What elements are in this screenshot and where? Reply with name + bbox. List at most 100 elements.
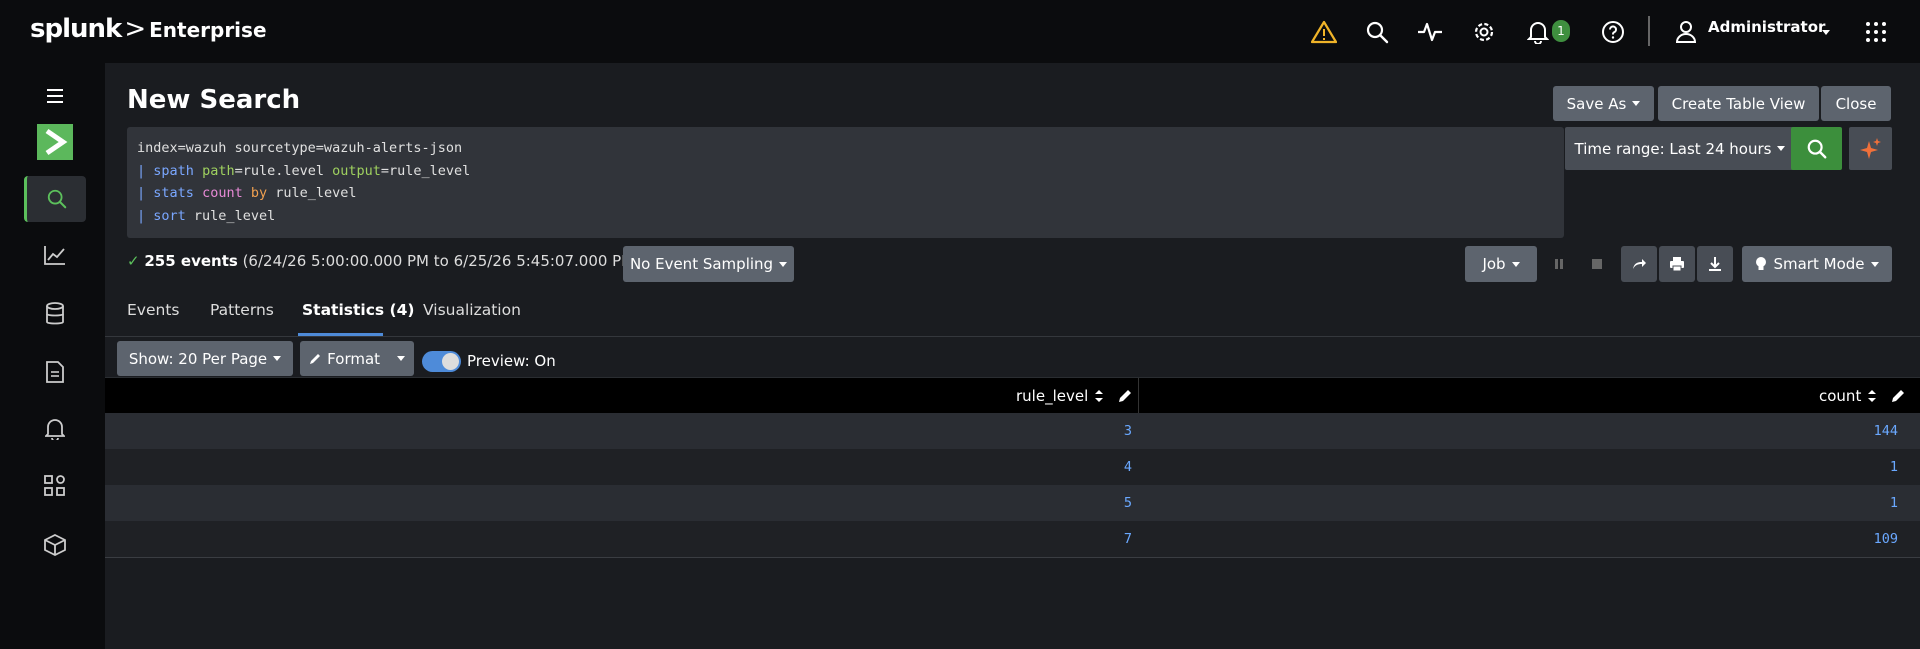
tab-statistics[interactable]: Statistics (4): [302, 301, 414, 319]
cell-rule-level[interactable]: 7: [1124, 531, 1132, 547]
per-page-label: Show: 20 Per Page: [128, 349, 268, 368]
cell-count[interactable]: 144: [1874, 423, 1898, 439]
chevron-down-icon: [396, 356, 405, 361]
cell-rule-level[interactable]: 4: [1124, 459, 1132, 475]
bell-icon: [45, 419, 65, 440]
time-range-picker[interactable]: Time range: Last 24 hours: [1565, 127, 1795, 170]
bell-icon[interactable]: [1524, 18, 1552, 46]
sparkle-icon: [1859, 137, 1881, 159]
line-chart-icon: [44, 246, 65, 265]
chevron-down-icon: [1511, 261, 1520, 267]
app-icon[interactable]: [24, 119, 86, 165]
per-page-dropdown[interactable]: Show: 20 Per Page: [117, 341, 293, 376]
event-sampling-label: No Event Sampling: [629, 255, 774, 273]
sidebar-item-search[interactable]: [24, 176, 86, 222]
pause-icon[interactable]: [1552, 256, 1566, 270]
sidebar-item-datasets[interactable]: [24, 291, 86, 337]
lightbulb-icon: [1756, 257, 1767, 270]
sidebar-item-dashboards[interactable]: [24, 463, 86, 509]
search-icon[interactable]: [1363, 18, 1391, 46]
tab-visualization[interactable]: Visualization: [423, 301, 521, 319]
warning-icon[interactable]: [1310, 18, 1338, 46]
sort-icon: [1868, 390, 1877, 402]
sidebar-item-analytics[interactable]: [24, 232, 86, 278]
save-as-button[interactable]: Save As: [1553, 86, 1654, 121]
table-header: rule_level count: [105, 377, 1920, 414]
user-menu-label[interactable]: Administrator: [1708, 18, 1825, 36]
topbar-divider: [1648, 16, 1650, 46]
menu-icon[interactable]: [24, 73, 86, 119]
cell-count[interactable]: 109: [1874, 531, 1898, 547]
product-name: Enterprise: [149, 18, 267, 42]
cell-count[interactable]: 1: [1890, 495, 1898, 511]
cell-count[interactable]: 1: [1890, 459, 1898, 475]
check-icon: ✓: [127, 252, 140, 270]
sidebar-item-reports[interactable]: [24, 349, 86, 395]
table-row: 4 1: [105, 449, 1920, 485]
query-line-1: index=wazuh sourcetype=wazuh-alerts-json: [137, 140, 463, 156]
share-button[interactable]: [1621, 246, 1657, 282]
column-header-count[interactable]: count: [1819, 387, 1905, 405]
brand-separator: >: [124, 14, 147, 44]
preview-toggle[interactable]: [422, 351, 461, 372]
chevron-down-icon: [1870, 261, 1879, 267]
cell-rule-level[interactable]: 5: [1124, 495, 1132, 511]
job-label: Job: [1482, 255, 1506, 273]
chevron-down-icon: [779, 261, 788, 267]
app-logo[interactable]: splunk > Enterprise: [30, 14, 267, 44]
table-row: 3 144: [105, 413, 1920, 449]
page-title: New Search: [127, 85, 301, 115]
table-row: 5 1: [105, 485, 1920, 521]
preview-label: Preview: On: [467, 352, 556, 370]
table-bottom-border: [105, 557, 1920, 558]
column-header-rule-level[interactable]: rule_level: [1016, 387, 1132, 405]
event-sampling-dropdown[interactable]: No Event Sampling: [623, 246, 794, 282]
pencil-icon: [1892, 390, 1905, 402]
stop-icon[interactable]: [1590, 256, 1604, 270]
print-button[interactable]: [1659, 246, 1695, 282]
event-time-range: (6/24/26 5:00:00.000 PM to 6/25/26 5:45:…: [242, 252, 641, 270]
search-icon: [1807, 139, 1826, 158]
chevron-down-icon[interactable]: [1812, 18, 1840, 46]
sidebar: [0, 63, 105, 649]
activity-icon[interactable]: [1416, 18, 1444, 46]
create-table-view-button[interactable]: Create Table View: [1658, 86, 1819, 121]
download-icon: [1709, 257, 1721, 271]
pencil-icon: [1119, 390, 1132, 402]
event-count: 255 events: [144, 252, 238, 270]
query-line-3: | stats count by rule_level: [137, 185, 357, 201]
chevron-down-icon: [1632, 101, 1641, 106]
sort-icon: [1095, 390, 1104, 402]
job-menu-button[interactable]: Job: [1465, 246, 1537, 282]
table-row: 7 109: [105, 521, 1920, 557]
query-line-2: | spath path=rule.level output=rule_leve…: [137, 162, 471, 179]
run-search-button[interactable]: [1791, 127, 1842, 170]
tab-events[interactable]: Events: [127, 301, 179, 319]
export-button[interactable]: [1697, 246, 1733, 282]
results-tabs: Events Patterns Statistics (4) Visualiza…: [105, 291, 1920, 337]
sidebar-item-alerts[interactable]: [24, 406, 86, 452]
active-tab-indicator: [298, 333, 383, 336]
cell-rule-level[interactable]: 3: [1124, 423, 1132, 439]
search-icon: [47, 189, 66, 209]
results-toolbar: Show: 20 Per Page Format Preview: On: [105, 337, 1920, 377]
gear-icon[interactable]: [1470, 18, 1498, 46]
search-query-editor[interactable]: index=wazuh sourcetype=wazuh-alerts-json…: [127, 127, 1564, 238]
ai-assistant-button[interactable]: [1849, 127, 1892, 170]
statistics-table: rule_level count 3 144 4 1 5 1 7 109: [105, 377, 1920, 558]
format-dropdown[interactable]: Format: [300, 341, 414, 376]
database-icon: [46, 302, 64, 325]
search-mode-dropdown[interactable]: Smart Mode: [1742, 246, 1892, 282]
user-icon[interactable]: [1672, 18, 1700, 46]
notification-badge: 1: [1552, 20, 1570, 42]
close-button[interactable]: Close: [1821, 86, 1891, 121]
sidebar-item-apps[interactable]: [24, 522, 86, 568]
help-icon[interactable]: [1599, 18, 1627, 46]
tab-patterns[interactable]: Patterns: [210, 301, 274, 319]
print-icon: [1670, 257, 1684, 272]
chevron-down-icon: [273, 356, 282, 361]
save-as-label: Save As: [1566, 94, 1627, 113]
top-bar: splunk > Enterprise 1 Administrator: [0, 0, 1920, 63]
apps-grid-icon[interactable]: [1862, 18, 1890, 46]
main-content: New Search Save As Create Table View Clo…: [105, 63, 1920, 649]
